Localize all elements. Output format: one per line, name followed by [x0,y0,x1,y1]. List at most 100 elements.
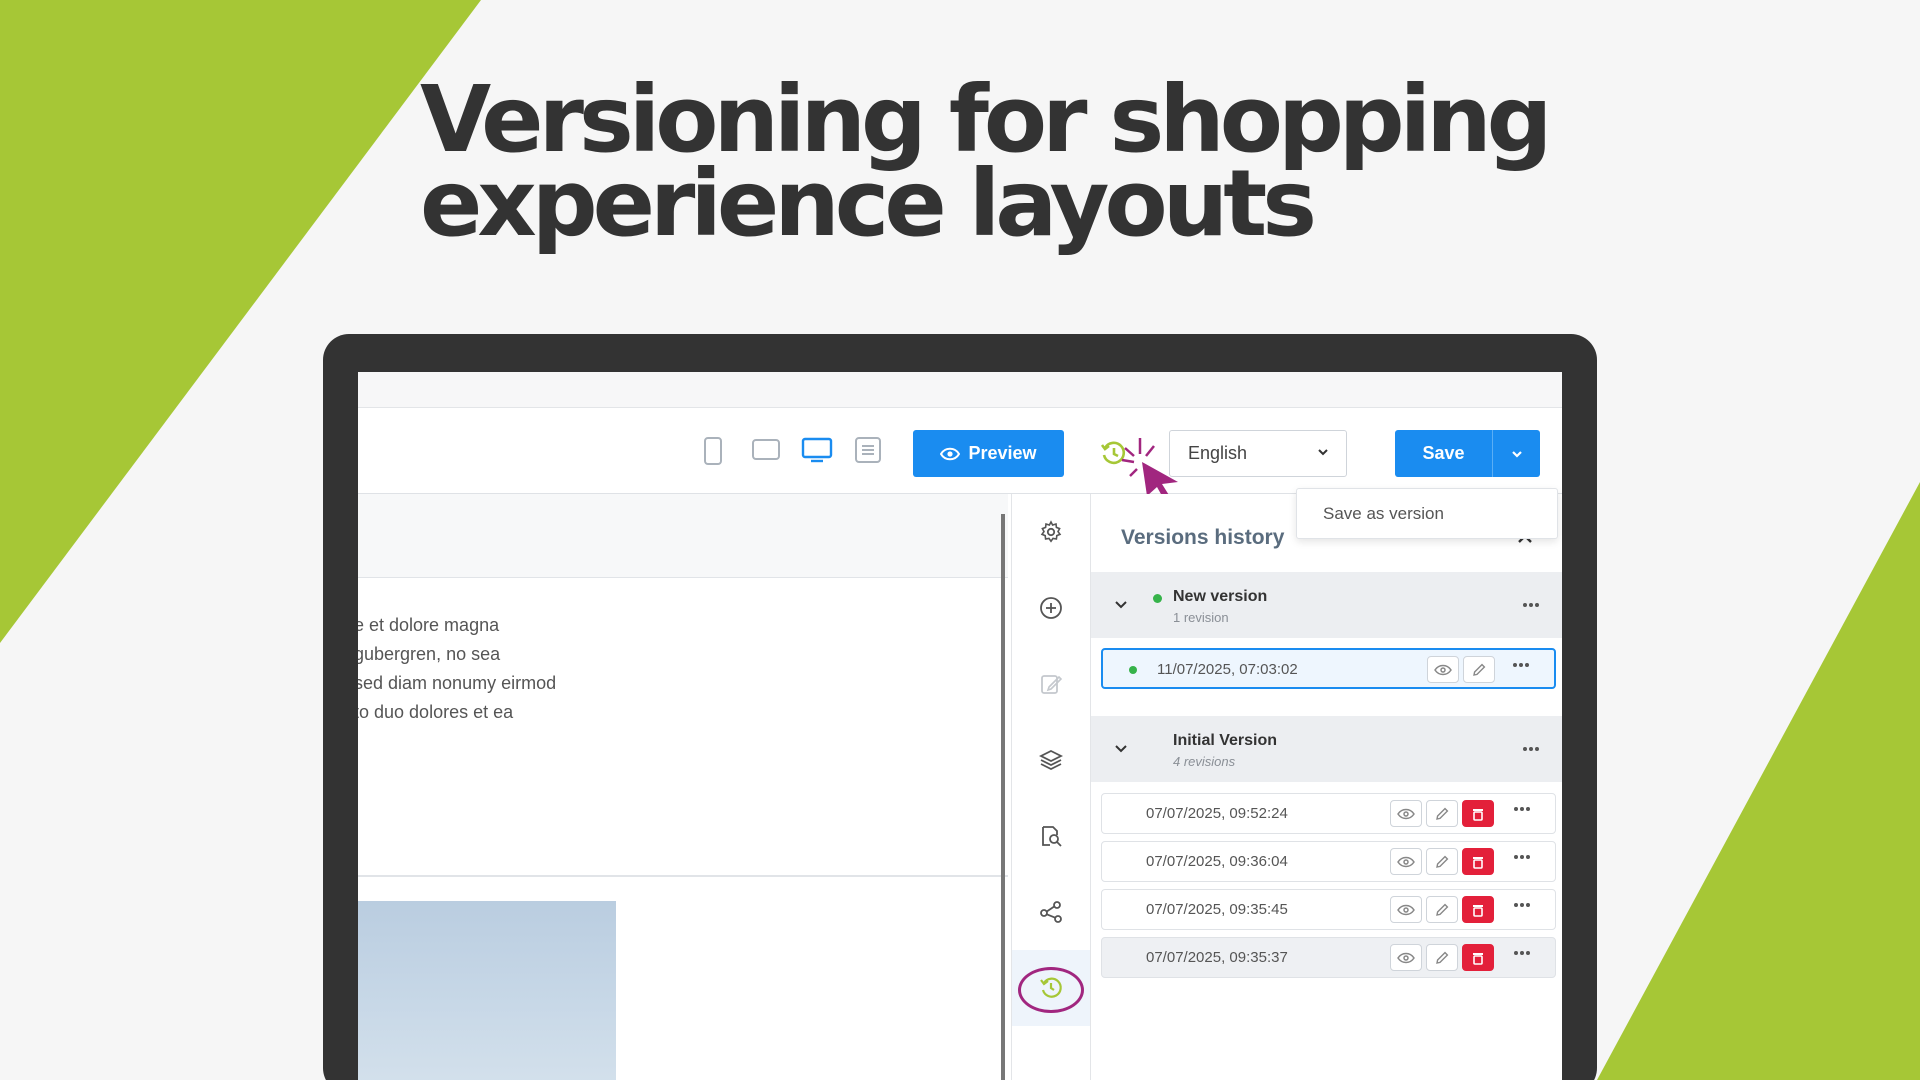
view-revision-button[interactable] [1390,848,1422,875]
view-revision-button[interactable] [1390,896,1422,923]
view-revision-button[interactable] [1390,944,1422,971]
canvas-header-block[interactable] [358,494,1008,578]
section-divider [358,875,1008,877]
save-options-button[interactable] [1492,430,1540,477]
pencil-icon [1436,855,1449,868]
canvas-scrollbar[interactable] [1001,514,1005,1080]
preview-label: Preview [968,443,1037,463]
text-line: e et dolore magna [358,615,500,635]
layers-icon [1039,749,1063,771]
rail-share-button[interactable] [1012,874,1090,950]
revision-row[interactable]: 11/07/2025, 07:03:02 [1101,648,1556,689]
revision-actions [1390,848,1494,875]
trash-icon [1473,904,1483,917]
share-icon [1040,901,1062,923]
eye-icon [1397,952,1415,963]
more-options-icon[interactable] [1513,854,1531,860]
pencil-icon [1436,903,1449,916]
view-revision-button[interactable] [1427,656,1459,683]
edit-revision-button[interactable] [1426,896,1458,923]
panel-title: Versions history [1121,526,1285,549]
trash-icon [1473,808,1483,821]
version-name: New version [1173,588,1268,605]
eye-icon [1434,664,1452,675]
rail-layers-button[interactable] [1012,722,1090,798]
eye-icon [1397,904,1415,915]
list-view-icon[interactable] [854,436,882,464]
rail-version-history-button[interactable] [1012,950,1090,1026]
version-group-header[interactable]: New version 1 revision [1091,572,1562,638]
delete-revision-button[interactable] [1462,944,1494,971]
rail-add-button[interactable] [1012,570,1090,646]
revision-actions [1427,656,1495,683]
revision-row[interactable]: 07/07/2025, 09:36:04 [1101,841,1556,882]
chevron-down-icon [1511,450,1522,458]
save-as-version-menu-item[interactable]: Save as version [1296,488,1558,539]
app-screen: Preview English Save Save as version e e… [358,372,1562,1080]
more-options-icon[interactable] [1512,662,1530,668]
more-options-icon[interactable] [1513,950,1531,956]
desktop-icon[interactable] [801,436,833,464]
more-options-icon[interactable] [1522,746,1540,752]
settings-icon [1040,520,1062,543]
edit-revision-button[interactable] [1426,800,1458,827]
revision-timestamp: 11/07/2025, 07:03:02 [1157,661,1298,678]
language-select[interactable]: English [1169,430,1347,477]
revision-row[interactable]: 07/07/2025, 09:52:24 [1101,793,1556,834]
add-icon [1040,597,1062,619]
pencil-icon [1473,663,1486,676]
version-name: Initial Version [1173,732,1278,749]
chevron-down-icon[interactable] [1113,596,1129,612]
active-status-dot [1153,594,1162,603]
rail-edit-button[interactable] [1012,646,1090,722]
eye-icon [1397,808,1415,819]
tablet-landscape-icon[interactable] [751,436,781,462]
trash-icon [1473,952,1483,965]
more-options-icon[interactable] [1522,602,1540,608]
green-triangle-right [1597,482,1920,1080]
more-options-icon[interactable] [1513,806,1531,812]
revision-row[interactable]: 07/07/2025, 09:35:37 [1101,937,1556,978]
chevron-down-icon[interactable] [1113,740,1129,756]
revision-row[interactable]: 07/07/2025, 09:35:45 [1101,889,1556,930]
image-block[interactable] [358,901,616,1080]
browser-strip [358,372,1562,408]
revision-timestamp: 07/07/2025, 09:52:24 [1146,805,1288,822]
search-page-icon [1042,826,1062,847]
canvas-text-block[interactable]: e et dolore magna gubergren, no sea sed … [358,611,556,727]
preview-button[interactable]: Preview [913,430,1064,477]
delete-revision-button[interactable] [1462,800,1494,827]
active-status-dot [1129,666,1137,674]
eye-icon [1397,856,1415,867]
revision-timestamp: 07/07/2025, 09:35:37 [1146,949,1288,966]
mobile-portrait-icon[interactable] [702,436,724,466]
versions-panel: Versions history New version 1 revision … [1091,494,1562,1080]
page-title: Versioning for shopping experience layou… [420,66,1553,257]
edit-revision-button[interactable] [1426,848,1458,875]
save-button-group: Save [1395,430,1540,477]
rail-search-button[interactable] [1012,798,1090,874]
pencil-icon [1436,807,1449,820]
save-button[interactable]: Save [1395,430,1492,477]
view-revision-button[interactable] [1390,800,1422,827]
language-value: English [1188,443,1248,463]
text-line: to duo dolores et ea [358,702,514,722]
text-line: gubergren, no sea [358,644,501,664]
revision-actions [1390,944,1494,971]
revision-actions [1390,896,1494,923]
rail-settings-button[interactable] [1012,494,1090,570]
page-canvas: e et dolore magna gubergren, no sea sed … [358,494,1008,1080]
revision-timestamp: 07/07/2025, 09:35:45 [1146,901,1288,918]
delete-revision-button[interactable] [1462,896,1494,923]
revision-count: 4 revisions [1173,754,1236,769]
edit-revision-button[interactable] [1426,944,1458,971]
more-options-icon[interactable] [1513,902,1531,908]
chevron-down-icon [1318,449,1328,456]
version-group-header[interactable]: Initial Version 4 revisions [1091,716,1562,782]
delete-revision-button[interactable] [1462,848,1494,875]
revision-count: 1 revision [1173,610,1229,625]
revision-actions [1390,800,1494,827]
eye-icon [940,447,961,460]
revision-timestamp: 07/07/2025, 09:36:04 [1146,853,1288,870]
edit-revision-button[interactable] [1463,656,1495,683]
